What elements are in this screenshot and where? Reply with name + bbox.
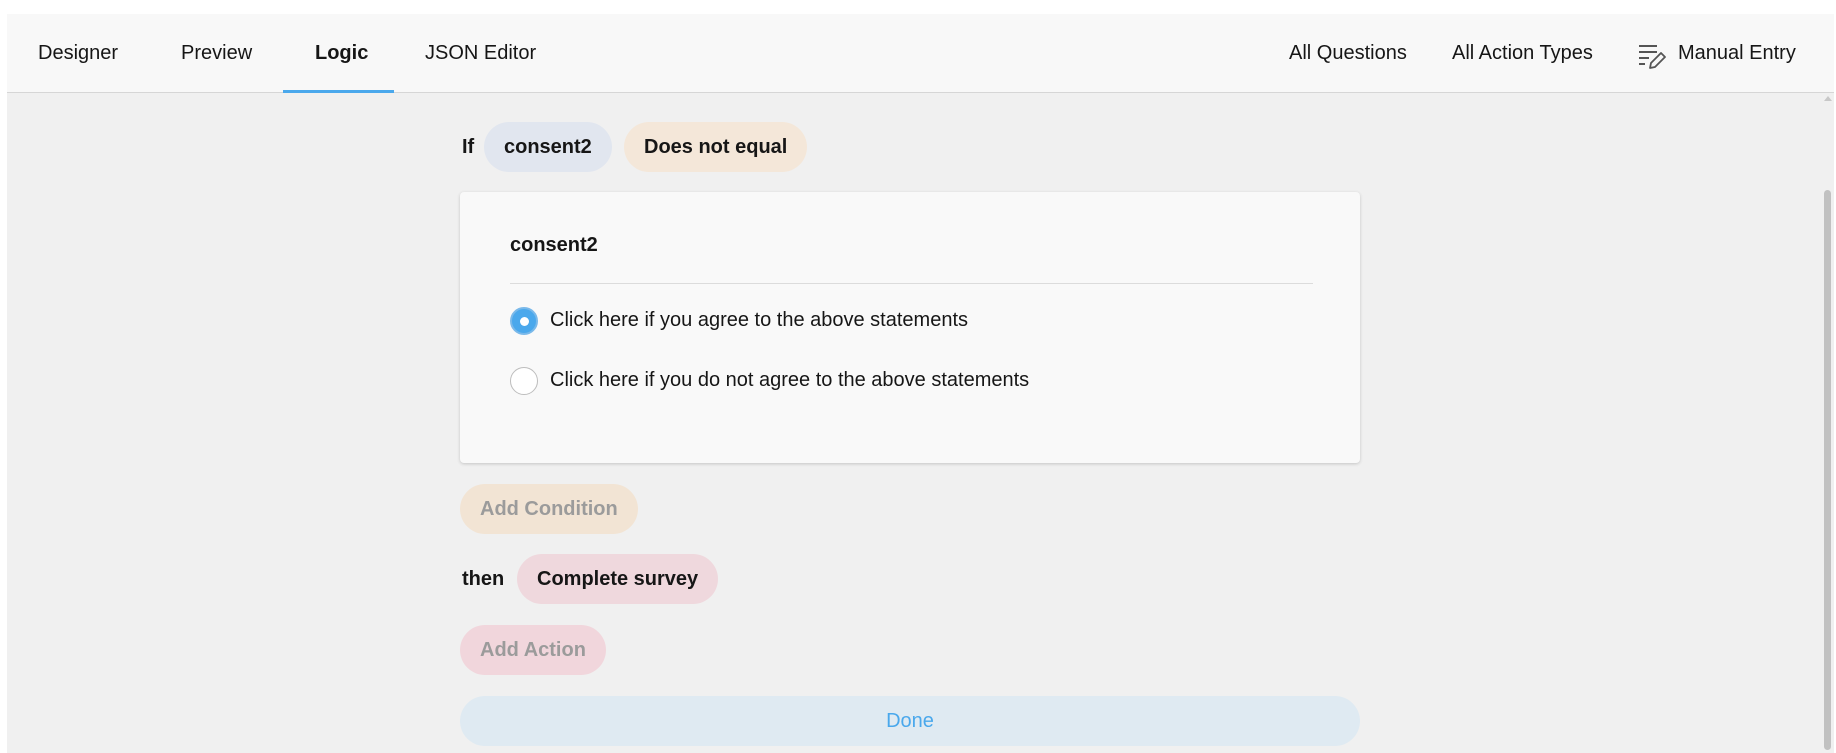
tab-json-editor[interactable]: JSON Editor	[425, 14, 536, 93]
if-label: If	[462, 136, 475, 158]
edit-list-icon[interactable]	[1637, 41, 1667, 71]
add-condition-button[interactable]: Add Condition	[460, 484, 638, 534]
scroll-up-arrow-icon[interactable]	[1824, 96, 1832, 101]
tab-preview[interactable]: Preview	[181, 14, 252, 93]
radio-button-selected[interactable]	[510, 307, 538, 335]
done-button[interactable]: Done	[460, 696, 1360, 746]
action-selector[interactable]: Complete survey	[517, 554, 719, 604]
question-selector[interactable]: consent2	[484, 122, 612, 172]
active-tab-indicator	[283, 90, 394, 93]
add-action-button[interactable]: Add Action	[460, 625, 606, 675]
divider	[510, 283, 1313, 284]
question-title: consent2	[510, 234, 598, 256]
all-action-types-filter[interactable]: All Action Types	[1452, 14, 1593, 93]
vertical-scrollbar[interactable]	[1822, 94, 1834, 753]
choice-label: Click here if you agree to the above sta…	[550, 309, 969, 331]
top-tab-bar: Designer Preview Logic JSON Editor All Q…	[7, 14, 1834, 93]
operator-selector[interactable]: Does not equal	[624, 122, 808, 172]
condition-value-card: consent2 Click here if you agree to the …	[460, 192, 1360, 463]
radio-button[interactable]	[510, 367, 538, 395]
tab-logic[interactable]: Logic	[315, 14, 368, 93]
scroll-thumb[interactable]	[1824, 190, 1831, 750]
tab-designer[interactable]: Designer	[38, 14, 118, 93]
all-questions-filter[interactable]: All Questions	[1289, 14, 1407, 93]
choice-label: Click here if you do not agree to the ab…	[550, 369, 1030, 391]
manual-entry-button[interactable]: Manual Entry	[1678, 14, 1796, 93]
then-label: then	[462, 568, 505, 590]
survey-creator-window: Designer Preview Logic JSON Editor All Q…	[7, 14, 1834, 753]
